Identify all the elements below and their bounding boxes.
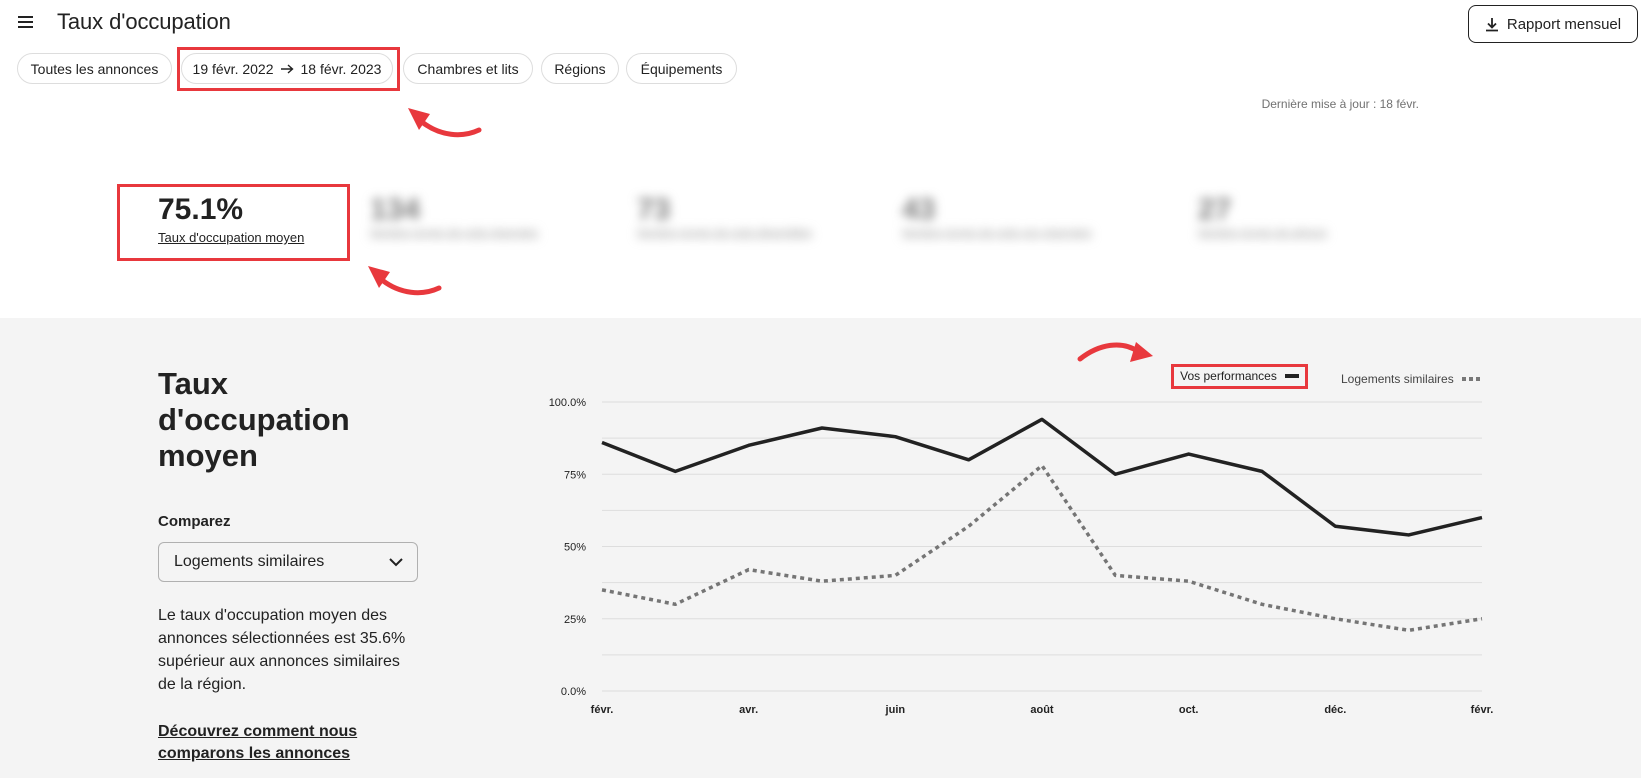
occupancy-chart: 100.0% 75% 50% 25% 0.0% févr. avr. juin août oct…: [549, 397, 1494, 716]
annotation-box-date: [177, 47, 400, 91]
solid-line-swatch: [1284, 374, 1299, 378]
annotation-arrow-icon: [408, 108, 482, 138]
stat-blurred-value: 27: [1198, 193, 1232, 226]
legend-you[interactable]: Vos performances: [1173, 364, 1306, 388]
filter-all-listings-label: Toutes les annonces: [30, 60, 159, 77]
series-line-you: [601, 417, 1483, 537]
x-tick-label: févr.: [1471, 704, 1494, 716]
filter-all-listings[interactable]: Toutes les annonces: [17, 53, 172, 84]
compare-select-value: Logements similaires: [174, 553, 325, 570]
monthly-report-label: Rapport mensuel: [1506, 15, 1622, 33]
comparison-description: Le taux d'occupation moyen des annonces …: [158, 607, 406, 693]
dotted-line-swatch: [1461, 377, 1480, 381]
x-tick-label: oct.: [1179, 704, 1199, 716]
x-tick-label: févr.: [591, 704, 614, 716]
stat-blurred-label: Nombre moyen de nuits réservées: [370, 227, 539, 239]
y-tick-label: 0.0%: [561, 686, 586, 698]
filter-rooms-label: Chambres et lits: [417, 60, 519, 77]
filter-amenities[interactable]: Équipements: [626, 53, 737, 84]
compare-label: Comparez: [158, 513, 231, 530]
page-title: Taux d'occupation: [57, 9, 231, 34]
stat-card-blurred: 27 Nombre moyen de séjours: [1198, 193, 1368, 239]
x-tick-label: juin: [885, 704, 906, 716]
filter-regions-label: Régions: [554, 60, 606, 77]
filter-amenities-label: Équipements: [640, 60, 723, 77]
x-tick-label: août: [1030, 704, 1054, 716]
stat-primary-label[interactable]: Taux d'occupation moyen: [158, 230, 304, 245]
y-tick-label: 100.0%: [549, 397, 587, 409]
stat-card-blurred: 134 Nombre moyen de nuits réservées: [370, 193, 595, 239]
stat-primary-value: 75.1%: [158, 193, 244, 226]
annotation-arrow-icon: [1077, 342, 1153, 362]
legend-you-label: Vos performances: [1180, 369, 1277, 383]
stat-blurred-value: 73: [637, 193, 671, 226]
stat-blurred-label: Nombre moyen de séjours: [1198, 227, 1328, 239]
stat-card-blurred: 43 Nombre moyen de nuits non réservées: [902, 193, 1152, 239]
stat-card-blurred: 73 Nombre moyen de nuits disponibles: [637, 193, 857, 239]
last-updated: Dernière mise à jour : 18 févr.: [1261, 97, 1419, 111]
menu-icon[interactable]: [18, 15, 34, 29]
y-tick-label: 25%: [564, 614, 586, 626]
chevron-down-icon: [389, 557, 403, 566]
panel-title: Taux d'occupation moyen: [158, 366, 350, 473]
stat-blurred-label: Nombre moyen de nuits non réservées: [902, 227, 1092, 239]
stat-blurred-label: Nombre moyen de nuits disponibles: [637, 227, 812, 239]
stat-blurred-value: 134: [370, 193, 421, 226]
x-tick-label: déc.: [1324, 704, 1346, 716]
download-icon: [1485, 17, 1498, 31]
legend-similar-label: Logements similaires: [1341, 372, 1454, 386]
learn-more-link[interactable]: Découvrez comment nous comparons les ann…: [158, 721, 418, 765]
legend-similar[interactable]: Logements similaires: [1341, 370, 1480, 388]
series-line-similar: [601, 463, 1483, 633]
stat-blurred-value: 43: [902, 193, 936, 226]
filter-regions[interactable]: Régions: [541, 53, 619, 84]
annotation-arrow-icon: [368, 266, 442, 296]
x-tick-label: avr.: [739, 704, 758, 716]
compare-select[interactable]: Logements similaires: [158, 542, 418, 582]
monthly-report-button[interactable]: Rapport mensuel: [1468, 5, 1638, 43]
y-tick-label: 75%: [564, 469, 586, 481]
filter-rooms[interactable]: Chambres et lits: [403, 53, 533, 84]
y-tick-label: 50%: [564, 542, 586, 554]
